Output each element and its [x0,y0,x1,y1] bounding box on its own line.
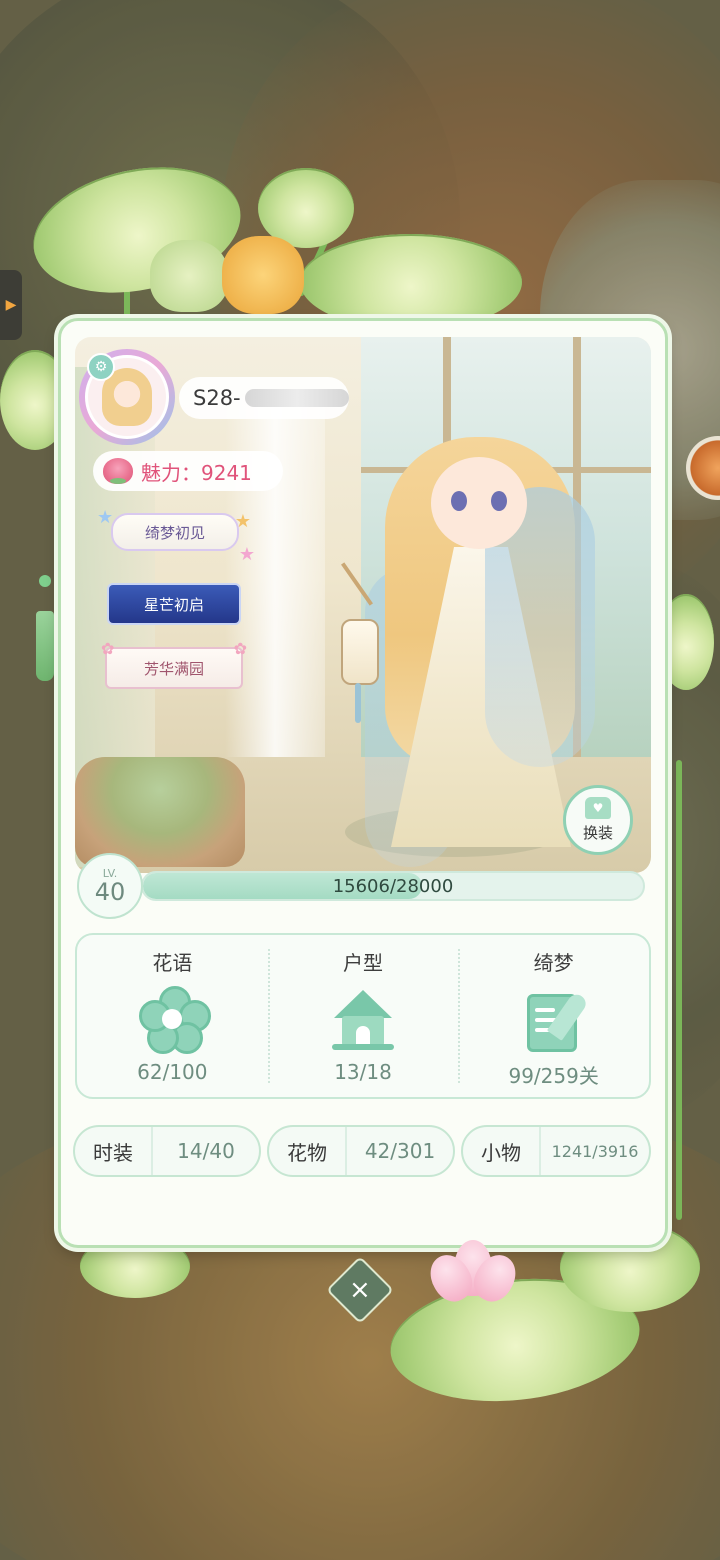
experience-bar: 15606/28000 [141,871,645,901]
stat-title: 绮梦 [533,951,574,975]
title-badge-2[interactable]: 星芒初启 [107,583,241,625]
settings-gear-icon[interactable]: ⚙ [87,353,115,381]
player-character[interactable] [365,427,595,867]
chevron-right-icon: ▶ [5,297,17,313]
stat-flower-language[interactable]: 花语 62/100 [77,935,268,1097]
collection-value: 42/301 [364,1139,436,1163]
title-badge-label: 星芒初启 [143,595,204,614]
title-badge-label: 绮梦初见 [144,523,205,542]
stats-panel: 花语 62/100 户型 13/18 绮梦 99/259关 [75,933,651,1099]
title-badge-1[interactable]: ★ ★ ★ 绮梦初见 [97,507,255,565]
collection-label: 时装 [75,1127,153,1175]
collection-label: 小物 [463,1127,541,1175]
collection-label: 花物 [269,1127,347,1175]
lantern-prop [337,562,379,723]
collection-outfits[interactable]: 时装 14/40 [73,1125,261,1177]
jade-pendant-decoration [36,575,54,695]
stat-value: 62/100 [137,1060,208,1084]
stat-house-type[interactable]: 户型 13/18 [267,935,459,1097]
charm-text: 魅力：9241 [141,460,252,485]
stat-value: 99/259关 [508,1064,599,1088]
change-outfit-button[interactable]: ♥ 换装 [563,785,633,855]
character-showcase: ⚙ S28- 魅力：9241 ★ ★ ★ 绮梦初见 星芒初启 ✿ ✿ 芳华满园 … [75,337,651,873]
blossom-icon: ✿ [233,639,247,658]
gold-pouch-icon [222,236,304,314]
stat-title: 花语 [152,951,193,975]
collection-value: 1241/3916 [551,1141,639,1161]
player-avatar[interactable]: ⚙ [79,349,175,445]
player-name-text: S28- [193,386,241,410]
shirt-icon: ♥ [585,797,611,819]
star-icon: ★ [97,507,114,528]
stat-title: 户型 [343,951,383,975]
zongzi-basket [75,757,245,867]
charm-display: 魅力：9241 [93,451,283,491]
name-redaction-blur [244,389,349,407]
collection-small-items[interactable]: 小物 1241/3916 [461,1125,651,1177]
star-icon: ★ [234,511,251,532]
lotus-leaf [300,234,522,330]
level-label: LV. [102,866,118,880]
blossom-icon: ✿ [101,639,115,658]
lotus-stem [676,760,682,1220]
collection-value: 14/40 [177,1139,235,1163]
green-pouch-icon [150,240,228,312]
profile-card: ⚙ S28- 魅力：9241 ★ ★ ★ 绮梦初见 星芒初启 ✿ ✿ 芳华满园 … [58,318,668,1248]
title-badge-3[interactable]: ✿ ✿ 芳华满园 [101,639,247,689]
player-name: S28- [179,377,349,419]
side-expand-tab[interactable]: ▶ [0,270,22,340]
house-icon [330,986,396,1052]
experience-text: 15606/28000 [332,875,454,897]
change-outfit-label: 换装 [582,824,613,842]
close-icon: × [349,1274,371,1305]
flower-icon [139,986,212,1054]
stat-dream-levels[interactable]: 绮梦 99/259关 [458,935,649,1097]
lotus-flower-decoration [422,1240,524,1310]
stat-value: 13/18 [334,1060,392,1084]
book-quill-icon [521,986,589,1052]
rose-icon [103,458,133,484]
level-value: 40 [94,877,126,906]
star-icon: ★ [238,544,255,565]
collection-flowers[interactable]: 花物 42/301 [267,1125,455,1177]
level-badge: LV. 40 [77,853,143,919]
title-badge-label: 芳华满园 [143,659,204,678]
